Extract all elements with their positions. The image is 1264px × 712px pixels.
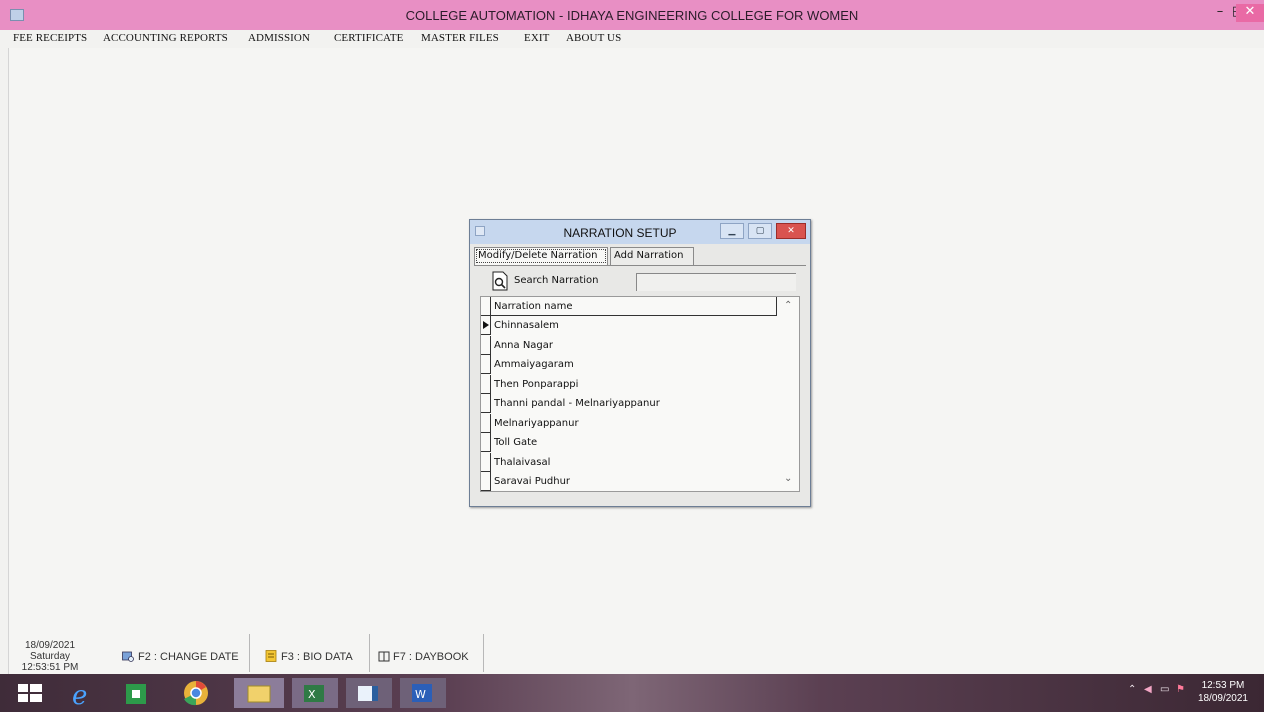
show-hidden-icons-icon[interactable]: ⌃ bbox=[1128, 684, 1136, 695]
row-selector-cell[interactable] bbox=[481, 316, 491, 335]
narration-name-cell[interactable]: Toll Gate bbox=[494, 437, 537, 448]
menu-fee-receipts[interactable]: FEE RECEIPTS bbox=[13, 32, 87, 44]
tab-add-narration[interactable]: Add Narration bbox=[610, 247, 694, 265]
table-row[interactable]: Melnariyappanur bbox=[481, 413, 777, 433]
network-icon[interactable]: ▭ bbox=[1160, 684, 1169, 695]
vertical-scrollbar[interactable]: ⌃ ⌄ bbox=[779, 297, 799, 491]
table-row[interactable]: Thalaivasal bbox=[481, 452, 777, 472]
menu-admission[interactable]: ADMISSION bbox=[248, 32, 310, 44]
app-window-icon[interactable] bbox=[346, 678, 392, 708]
volume-icon[interactable]: ◀ bbox=[1144, 684, 1152, 695]
search-narration-label: Search Narration bbox=[514, 275, 599, 286]
change-date-label: F2 : CHANGE DATE bbox=[138, 651, 239, 663]
menu-exit[interactable]: EXIT bbox=[524, 32, 549, 44]
scroll-down-arrow-icon[interactable]: ⌄ bbox=[784, 473, 792, 484]
row-selector-cell[interactable] bbox=[481, 452, 491, 472]
action-center-icon[interactable]: ⚑ bbox=[1176, 684, 1185, 695]
narration-name-cell[interactable]: Then Ponparappi bbox=[494, 379, 578, 390]
header-selector-cell bbox=[481, 297, 491, 316]
table-row[interactable]: Toll Gate bbox=[481, 433, 777, 452]
daybook-label: F7 : DAYBOOK bbox=[393, 651, 469, 663]
daybook-icon bbox=[378, 651, 390, 662]
narration-name-cell[interactable]: Chinnasalem bbox=[494, 320, 559, 331]
change-date-button[interactable]: F2 : CHANGE DATE bbox=[86, 634, 250, 672]
dialog-minimize-button[interactable]: ▁ bbox=[720, 223, 744, 239]
row-selector-cell[interactable] bbox=[481, 355, 491, 374]
row-selector-cell[interactable] bbox=[481, 472, 491, 491]
svg-text:W: W bbox=[415, 688, 426, 701]
menu-about-us[interactable]: ABOUT US bbox=[566, 32, 621, 44]
table-row[interactable]: Chinnasalem bbox=[481, 316, 777, 335]
svg-text:e: e bbox=[72, 681, 87, 708]
narration-name-cell[interactable]: Ammaiyagaram bbox=[494, 359, 574, 370]
calendar-icon bbox=[122, 651, 134, 662]
dialog-maximize-button[interactable]: ▢ bbox=[748, 223, 772, 239]
windows-start-icon[interactable] bbox=[10, 678, 50, 708]
search-icon[interactable] bbox=[492, 271, 508, 291]
table-row[interactable]: Saravai Pudhur bbox=[481, 472, 777, 491]
window-title: COLLEGE AUTOMATION - IDHAYA ENGINEERING … bbox=[405, 8, 859, 23]
narration-setup-dialog: NARRATION SETUP ▁ ▢ ✕ Modify/Delete Narr… bbox=[469, 219, 811, 507]
bio-data-icon bbox=[265, 650, 277, 662]
narration-grid[interactable]: Narration name Chinnasalem Anna Nagar Amma… bbox=[480, 296, 800, 492]
row-selector-cell[interactable] bbox=[481, 374, 491, 394]
status-time: 12:53:51 PM bbox=[21, 662, 79, 673]
menu-master-files[interactable]: MASTER FILES bbox=[421, 32, 499, 44]
narration-name-cell[interactable]: Melnariyappanur bbox=[494, 418, 579, 429]
store-icon[interactable] bbox=[116, 678, 156, 708]
dialog-title-bar[interactable]: NARRATION SETUP ▁ ▢ ✕ bbox=[470, 220, 810, 244]
narration-name-cell[interactable]: Thanni pandal - Melnariyappanur bbox=[494, 398, 660, 409]
excel-icon[interactable]: X bbox=[292, 678, 338, 708]
daybook-button[interactable]: F7 : DAYBOOK bbox=[370, 634, 484, 672]
narration-name-cell[interactable]: Thalaivasal bbox=[494, 457, 550, 468]
word-icon[interactable]: W bbox=[400, 678, 446, 708]
bio-data-button[interactable]: F3 : BIO DATA bbox=[250, 634, 370, 672]
windows-taskbar: e X W ⌃ ◀ ▭ ⚑ 12:53 PM 18/09/2021 bbox=[0, 674, 1264, 712]
bio-data-label: F3 : BIO DATA bbox=[281, 651, 353, 663]
close-button[interactable]: ✕ bbox=[1236, 4, 1264, 22]
internet-explorer-icon[interactable]: e bbox=[60, 678, 100, 708]
current-row-marker-icon bbox=[483, 321, 489, 329]
column-header-narration-name[interactable]: Narration name bbox=[494, 301, 572, 312]
row-selector-cell[interactable] bbox=[481, 335, 491, 355]
status-date: 18/09/2021 bbox=[24, 640, 76, 651]
taskbar-date: 18/09/2021 bbox=[1197, 693, 1248, 704]
row-selector-cell[interactable] bbox=[481, 433, 491, 452]
status-bar: 18/09/2021 Saturday 12:53:51 PM F2 : CHA… bbox=[8, 632, 488, 674]
title-bar: COLLEGE AUTOMATION - IDHAYA ENGINEERING … bbox=[0, 0, 1264, 30]
row-selector-cell[interactable] bbox=[481, 394, 491, 413]
svg-text:X: X bbox=[308, 688, 316, 701]
status-day: Saturday bbox=[29, 651, 71, 662]
dialog-close-button[interactable]: ✕ bbox=[776, 223, 806, 239]
row-selector-cell[interactable] bbox=[481, 413, 491, 433]
grid-header: Narration name bbox=[481, 297, 777, 316]
search-narration-input[interactable] bbox=[636, 273, 796, 291]
menu-bar: FEE RECEIPTS ACCOUNTING REPORTS ADMISSIO… bbox=[0, 30, 1264, 48]
menu-accounting-reports[interactable]: ACCOUNTING REPORTS bbox=[103, 32, 228, 44]
table-row[interactable]: Ammaiyagaram bbox=[481, 355, 777, 374]
status-clock: 18/09/2021 Saturday 12:53:51 PM bbox=[20, 640, 80, 673]
file-explorer-icon[interactable] bbox=[234, 678, 284, 708]
tab-panel: Search Narration Narration name Chinnasa… bbox=[474, 265, 806, 501]
chrome-icon[interactable] bbox=[176, 678, 216, 708]
narration-name-cell[interactable]: Saravai Pudhur bbox=[494, 476, 570, 487]
taskbar-time: 12:53 PM bbox=[1201, 680, 1245, 691]
table-row[interactable]: Thanni pandal - Melnariyappanur bbox=[481, 394, 777, 413]
table-row[interactable]: Anna Nagar bbox=[481, 335, 777, 355]
table-row[interactable]: Then Ponparappi bbox=[481, 374, 777, 394]
tab-modify-delete-narration[interactable]: Modify/Delete Narration bbox=[474, 247, 608, 265]
narration-name-cell[interactable]: Anna Nagar bbox=[494, 340, 553, 351]
scroll-up-arrow-icon[interactable]: ⌃ bbox=[784, 300, 792, 311]
taskbar-clock[interactable]: 12:53 PM 18/09/2021 bbox=[1198, 679, 1248, 705]
menu-certificate[interactable]: CERTIFICATE bbox=[334, 32, 404, 44]
